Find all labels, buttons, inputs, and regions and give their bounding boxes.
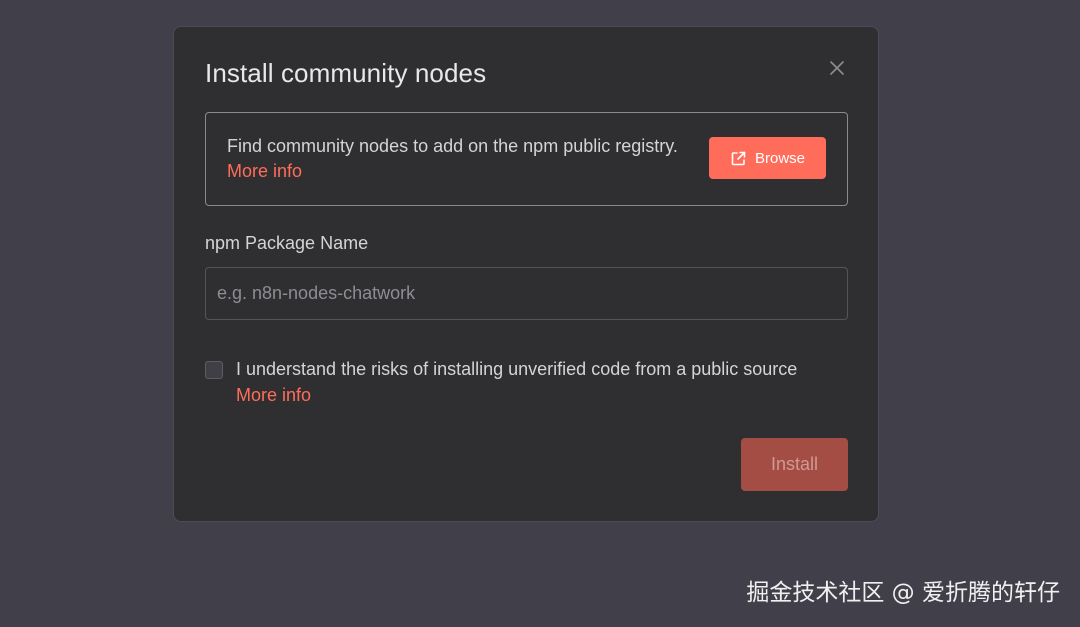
install-community-nodes-dialog: Install community nodes Find community n… <box>173 26 879 522</box>
browse-button[interactable]: Browse <box>709 137 826 179</box>
consent-text: I understand the risks of installing unv… <box>236 359 798 379</box>
info-description: Find community nodes to add on the npm p… <box>227 136 678 156</box>
more-info-link[interactable]: More info <box>227 161 302 181</box>
risk-consent-checkbox[interactable] <box>205 361 223 379</box>
close-button[interactable] <box>826 57 848 79</box>
risk-consent-label[interactable]: I understand the risks of installing unv… <box>236 356 848 408</box>
consent-more-info-link[interactable]: More info <box>236 385 311 405</box>
watermark-text: 掘金技术社区 @ 爱折腾的轩仔 <box>746 580 1060 606</box>
package-name-input[interactable] <box>205 267 848 320</box>
close-icon <box>826 57 848 79</box>
package-name-label: npm Package Name <box>205 233 369 253</box>
dialog-title: Install community nodes <box>205 58 487 88</box>
install-button[interactable]: Install <box>741 438 848 491</box>
browse-label: Browse <box>754 149 806 167</box>
info-panel: Find community nodes to add on the npm p… <box>205 112 848 206</box>
external-link-icon <box>730 150 747 167</box>
info-text: Find community nodes to add on the npm p… <box>227 134 687 184</box>
